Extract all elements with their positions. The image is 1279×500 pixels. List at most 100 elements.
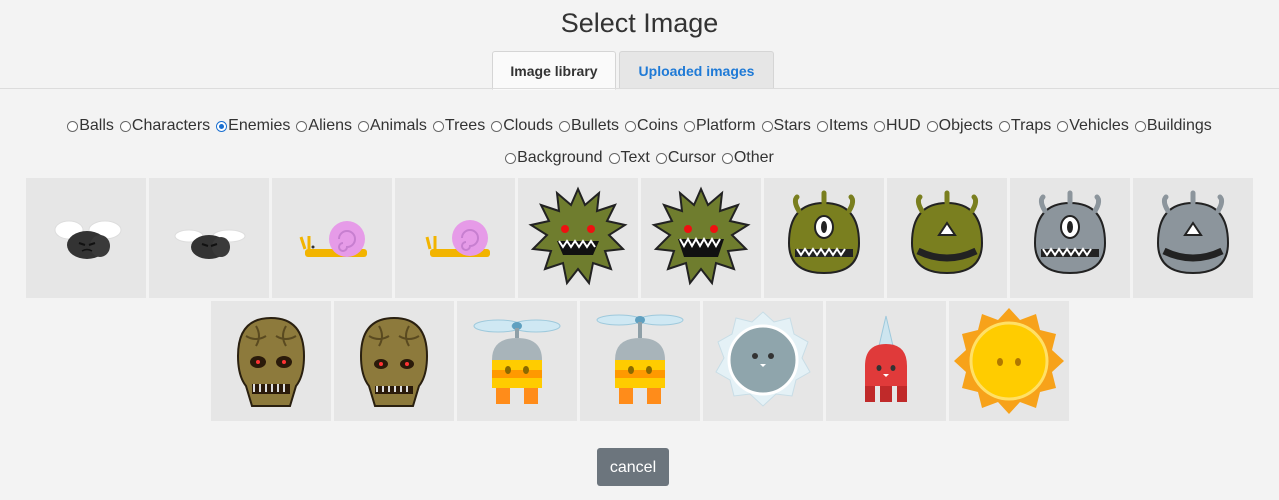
- image-tile-snail-enemy-alt[interactable]: [395, 178, 515, 298]
- category-option-bullets[interactable]: Bullets: [559, 117, 619, 135]
- radio-button-objects[interactable]: [926, 120, 938, 132]
- image-tile-sun-enemy[interactable]: [948, 301, 1069, 421]
- gray-eye-monster-alt-icon: [1156, 190, 1230, 275]
- radio-button-balls[interactable]: [67, 120, 79, 132]
- image-tile-snail-enemy[interactable]: [272, 178, 392, 298]
- spiky-green-monster-icon: [528, 186, 628, 286]
- radio-button-text[interactable]: [608, 152, 620, 164]
- radio-button-clouds[interactable]: [491, 120, 503, 132]
- image-tile-gray-eye-monster-alt[interactable]: [1133, 178, 1253, 298]
- red-spike-enemy-icon: [864, 315, 907, 402]
- category-label-objects: Objects: [938, 117, 993, 134]
- radio-button-bullets[interactable]: [559, 120, 571, 132]
- radio-button-coins[interactable]: [625, 120, 637, 132]
- frost-ball-enemy-icon: [714, 311, 811, 407]
- radio-button-traps[interactable]: [998, 120, 1010, 132]
- image-tile-brown-skull-monster-alt[interactable]: [333, 301, 454, 421]
- radio-button-animals[interactable]: [357, 120, 369, 132]
- green-eye-monster-icon: [787, 190, 861, 275]
- category-label-items: Items: [828, 117, 868, 134]
- image-tile-frost-ball-enemy[interactable]: [702, 301, 823, 421]
- image-tile-red-spike-enemy[interactable]: [825, 301, 946, 421]
- category-option-coins[interactable]: Coins: [625, 117, 678, 135]
- image-grid-row-2: [0, 301, 1279, 421]
- category-option-cursor[interactable]: Cursor: [655, 149, 716, 167]
- radio-button-aliens[interactable]: [296, 120, 308, 132]
- image-tile-spiky-green-monster-alt[interactable]: [641, 178, 761, 298]
- category-label-hud: HUD: [886, 117, 921, 134]
- category-option-hud[interactable]: HUD: [874, 117, 921, 135]
- radio-button-platform[interactable]: [683, 120, 695, 132]
- radio-button-stars[interactable]: [761, 120, 773, 132]
- category-label-traps: Traps: [1010, 117, 1052, 134]
- category-label-characters: Characters: [131, 117, 211, 134]
- cancel-button[interactable]: cancel: [597, 448, 669, 486]
- image-tile-propeller-robot-alt[interactable]: [579, 301, 700, 421]
- category-option-enemies[interactable]: Enemies: [216, 117, 290, 135]
- category-label-platform: Platform: [695, 117, 756, 134]
- category-option-aliens[interactable]: Aliens: [296, 117, 352, 135]
- radio-button-cursor[interactable]: [655, 152, 667, 164]
- category-option-items[interactable]: Items: [816, 117, 868, 135]
- sun-enemy-icon: [953, 308, 1064, 414]
- category-label-other: Other: [733, 149, 774, 166]
- category-label-animals: Animals: [369, 117, 427, 134]
- radio-button-other[interactable]: [721, 152, 733, 164]
- snail-enemy-alt-icon: [425, 220, 490, 257]
- image-tile-gray-eye-monster[interactable]: [1010, 178, 1130, 298]
- category-label-stars: Stars: [773, 117, 811, 134]
- image-tile-brown-skull-monster[interactable]: [210, 301, 331, 421]
- tab-divider: [0, 88, 1279, 89]
- fly-enemy-icon: [54, 220, 122, 259]
- category-option-characters[interactable]: Characters: [119, 117, 211, 135]
- category-label-buildings: Buildings: [1146, 117, 1212, 134]
- radio-button-buildings[interactable]: [1134, 120, 1146, 132]
- category-option-other[interactable]: Other: [721, 149, 774, 167]
- category-option-buildings[interactable]: Buildings: [1134, 117, 1212, 135]
- category-option-platform[interactable]: Platform: [683, 117, 756, 135]
- category-option-background[interactable]: Background: [505, 149, 603, 167]
- category-option-balls[interactable]: Balls: [67, 117, 114, 135]
- category-label-background: Background: [517, 149, 603, 166]
- category-label-text: Text: [620, 149, 650, 166]
- category-option-clouds[interactable]: Clouds: [491, 117, 553, 135]
- category-label-balls: Balls: [79, 117, 114, 134]
- fly-enemy-alt-icon: [174, 229, 246, 259]
- category-radio-row-2: Background Text Cursor Other: [0, 149, 1279, 169]
- radio-button-hud[interactable]: [874, 120, 885, 132]
- category-label-aliens: Aliens: [308, 117, 352, 134]
- category-label-cursor: Cursor: [667, 149, 716, 166]
- category-option-vehicles[interactable]: Vehicles: [1057, 117, 1129, 135]
- radio-button-items[interactable]: [816, 120, 828, 132]
- image-grid-row-1: [0, 178, 1279, 298]
- radio-button-enemies[interactable]: [216, 120, 228, 132]
- brown-skull-monster-alt-icon: [359, 316, 428, 407]
- category-option-text[interactable]: Text: [608, 149, 650, 167]
- image-tile-fly-enemy[interactable]: [26, 178, 146, 298]
- tab-uploaded-images[interactable]: Uploaded images: [619, 51, 774, 89]
- image-tile-propeller-robot[interactable]: [456, 301, 577, 421]
- image-tile-green-eye-monster[interactable]: [764, 178, 884, 298]
- category-option-traps[interactable]: Traps: [998, 117, 1052, 135]
- radio-button-background[interactable]: [505, 152, 517, 164]
- spiky-green-monster-alt-icon: [651, 186, 751, 286]
- radio-button-trees[interactable]: [432, 120, 444, 132]
- snail-enemy-icon: [299, 221, 367, 257]
- category-option-objects[interactable]: Objects: [926, 117, 993, 135]
- tab-image-library[interactable]: Image library: [492, 51, 616, 90]
- green-eye-monster-alt-icon: [910, 190, 984, 275]
- image-tile-green-eye-monster-alt[interactable]: [887, 178, 1007, 298]
- image-tile-fly-enemy-alt[interactable]: [149, 178, 269, 298]
- category-label-vehicles: Vehicles: [1069, 117, 1129, 134]
- propeller-robot-alt-icon: [596, 314, 683, 404]
- category-option-animals[interactable]: Animals: [357, 117, 427, 135]
- image-tile-spiky-green-monster[interactable]: [518, 178, 638, 298]
- radio-button-characters[interactable]: [119, 120, 131, 132]
- category-label-coins: Coins: [637, 117, 678, 134]
- category-option-stars[interactable]: Stars: [761, 117, 811, 135]
- category-label-enemies: Enemies: [228, 117, 291, 134]
- radio-button-vehicles[interactable]: [1057, 120, 1069, 132]
- category-option-trees[interactable]: Trees: [432, 117, 485, 135]
- brown-skull-monster-icon: [236, 316, 305, 407]
- category-radio-row-1: Balls Characters Enemies Aliens Animals Trees…: [0, 117, 1279, 137]
